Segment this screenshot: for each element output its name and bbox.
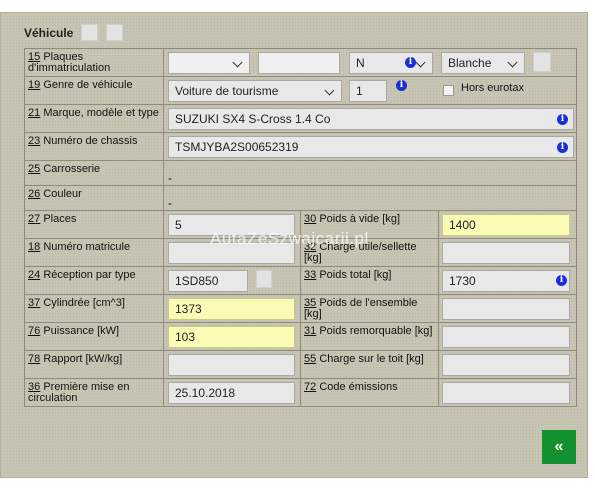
label-chassis: 23 Numéro de chassis <box>28 135 138 147</box>
label-rapport: 78 Rapport [kW/kg] <box>28 353 123 365</box>
section-header: Véhicule <box>24 24 124 41</box>
row-couleur: 26 Couleur - <box>24 185 578 211</box>
label-poids-ensemble: 35 Poids de l'ensemble [kg] <box>304 297 418 320</box>
label-matricule: 18 Numéro matricule <box>28 241 131 253</box>
label-plates: 15 Plaques d'immatriculation <box>28 51 111 74</box>
back-button[interactable]: « <box>542 430 576 464</box>
poids-ensemble-input[interactable] <box>442 298 570 320</box>
poids-total-input[interactable]: 1730 <box>442 270 570 292</box>
label-puissance: 76 Puissance [kW] <box>28 325 120 337</box>
plate-canton-select[interactable] <box>168 52 250 74</box>
label-carrosserie: 25 Carrosserie <box>28 163 101 175</box>
poids-remorquable-input[interactable] <box>442 326 570 348</box>
chassis-info-icon[interactable]: i <box>557 142 568 153</box>
charge-toit-input[interactable] <box>442 354 570 376</box>
row-carrosserie: 25 Carrosserie - <box>24 160 578 186</box>
row-marque: 21 Marque, modèle et type SUZUKI SX4 S-C… <box>24 104 578 133</box>
hors-eurotax-label: Hors eurotax <box>461 82 524 94</box>
reception-input[interactable]: 1SD850 <box>168 270 248 292</box>
label-places: 27 Places <box>28 213 77 225</box>
vehicle-table: 15 Plaques d'immatriculation N i Blanche… <box>24 48 578 407</box>
label-charge-toit: 55 Charge sur le toit [kg] <box>304 353 424 365</box>
genre-info-icon[interactable]: i <box>396 80 407 91</box>
plate-type-info-icon[interactable]: i <box>405 57 416 68</box>
row-reception: 24 Réception par type 1SD850 33 Poids to… <box>24 266 578 295</box>
couleur-value: - <box>168 196 172 210</box>
label-couleur: 26 Couleur <box>28 188 82 200</box>
marque-info-icon[interactable]: i <box>557 114 568 125</box>
chassis-input[interactable]: TSMJYBA2S00652319 <box>168 136 574 158</box>
label-premiere: 36 Première mise en circulation <box>28 381 130 404</box>
label-reception: 24 Réception par type <box>28 269 136 281</box>
row-genre: 19 Genre de véhicule Voiture de tourisme… <box>24 76 578 105</box>
plate-color-select[interactable]: Blanche <box>441 52 525 74</box>
header-button-1[interactable] <box>81 24 99 41</box>
genre-select[interactable]: Voiture de tourisme <box>168 80 342 102</box>
cylindree-input[interactable]: 1373 <box>168 298 295 320</box>
plate-number-input[interactable] <box>258 52 340 74</box>
label-poids-total: 33 Poids total [kg] <box>304 269 392 281</box>
row-cylindree: 37 Cylindrée [cm^3] 1373 35 Poids de l'e… <box>24 294 578 323</box>
row-plates: 15 Plaques d'immatriculation N i Blanche <box>24 48 578 77</box>
section-title: Véhicule <box>24 25 74 40</box>
label-poids-remorquable: 31 Poids remorquable [kg] <box>304 325 433 337</box>
row-puissance: 76 Puissance [kW] 103 31 Poids remorquab… <box>24 322 578 351</box>
reception-button[interactable] <box>256 270 272 288</box>
plate-extra-button[interactable] <box>533 52 551 72</box>
genre-qty-input[interactable]: 1 <box>349 80 387 102</box>
hors-eurotax-checkbox[interactable] <box>443 85 454 96</box>
puissance-input[interactable]: 103 <box>168 326 295 348</box>
poids-total-info-icon[interactable]: i <box>556 275 567 286</box>
label-marque: 21 Marque, modèle et type <box>28 107 159 119</box>
poids-vide-input[interactable]: 1400 <box>442 214 570 236</box>
label-cylindree: 37 Cylindrée [cm^3] <box>28 297 125 309</box>
charge-utile-input[interactable] <box>442 242 570 264</box>
label-code-emissions: 72 Code émissions <box>304 381 398 393</box>
row-rapport: 78 Rapport [kW/kg] 55 Charge sur le toit… <box>24 350 578 379</box>
label-genre: 19 Genre de véhicule <box>28 79 133 91</box>
watermark: AutaZeSzwajcarii.pl <box>210 229 369 248</box>
carrosserie-value: - <box>168 171 172 185</box>
label-poids-vide: 30 Poids à vide [kg] <box>304 213 401 225</box>
plate-type-select[interactable]: N <box>349 52 433 74</box>
code-emissions-input[interactable] <box>442 382 570 404</box>
row-chassis: 23 Numéro de chassis TSMJYBA2S00652319 i <box>24 132 578 161</box>
row-premiere: 36 Première mise en circulation 25.10.20… <box>24 378 578 407</box>
rapport-input[interactable] <box>168 354 295 376</box>
premiere-input[interactable]: 25.10.2018 <box>168 382 295 404</box>
header-button-2[interactable] <box>106 24 124 41</box>
marque-input[interactable]: SUZUKI SX4 S-Cross 1.4 Co <box>168 108 574 130</box>
